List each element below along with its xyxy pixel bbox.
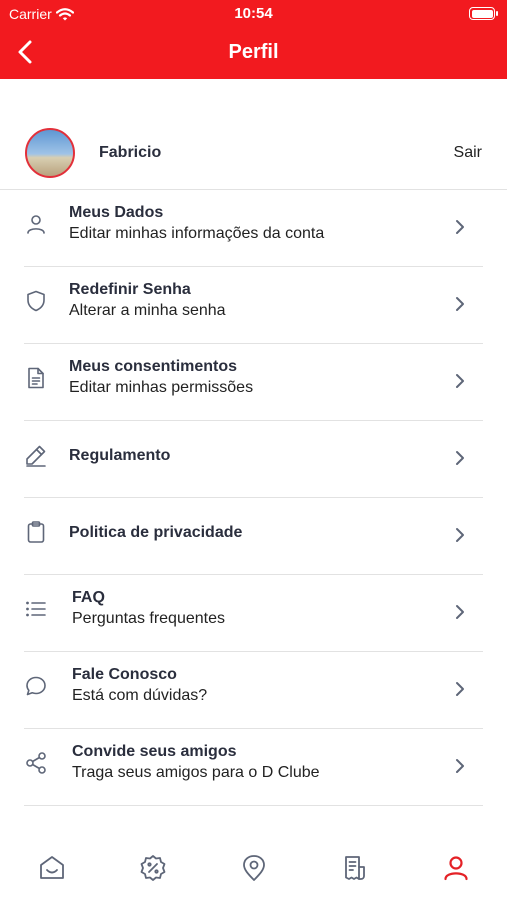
menu-item-fale-conosco[interactable]: Fale Conosco Está com dúvidas? [24, 652, 483, 729]
avatar[interactable] [25, 128, 75, 178]
tab-receipts[interactable] [340, 853, 370, 883]
chevron-right-icon [456, 682, 464, 696]
menu-item-meus-dados[interactable]: Meus Dados Editar minhas informações da … [24, 190, 483, 267]
menu-item-text: Redefinir Senha Alterar a minha senha [69, 280, 226, 322]
menu-item-title: Meus Dados [69, 204, 164, 221]
tab-discounts[interactable] [138, 853, 168, 883]
tab-home[interactable] [37, 853, 67, 883]
discount-icon [140, 855, 166, 881]
chevron-right-icon [456, 297, 464, 311]
menu-item-subtitle: Está com dúvidas? [72, 687, 208, 704]
battery-icon [469, 7, 498, 20]
menu-item-redefinir-senha[interactable]: Redefinir Senha Alterar a minha senha [24, 267, 483, 344]
clipboard-icon [27, 521, 45, 543]
profile-icon [444, 856, 468, 881]
menu-item-subtitle: Alterar a minha senha [69, 302, 226, 319]
chevron-right-icon [456, 451, 464, 465]
bottom-tab-bar [0, 845, 507, 895]
share-icon [26, 752, 46, 774]
menu-item-text: Meus Dados Editar minhas informações da … [69, 203, 324, 245]
menu-item-text: Convide seus amigos Traga seus amigos pa… [72, 742, 320, 784]
chevron-right-icon [456, 220, 464, 234]
menu-item-meus-consentimentos[interactable]: Meus consentimentos Editar minhas permis… [24, 344, 483, 421]
location-icon [243, 855, 265, 881]
menu-item-politica-privacidade[interactable]: Politica de privacidade [24, 498, 483, 575]
chevron-right-icon [456, 759, 464, 773]
menu-item-title: Fale Conosco [72, 666, 177, 683]
list-icon [26, 601, 46, 617]
menu-item-subtitle: Editar minhas permissões [69, 379, 254, 396]
menu-item-title: FAQ [72, 589, 105, 606]
status-bar: Carrier 10:54 [0, 0, 507, 28]
menu-item-title: Convide seus amigos [72, 743, 237, 760]
user-icon [27, 215, 45, 234]
menu-item-title: Meus consentimentos [69, 358, 238, 375]
receipt-icon [345, 856, 365, 880]
chevron-right-icon [456, 374, 464, 388]
menu-item-faq[interactable]: FAQ Perguntas frequentes [24, 575, 483, 652]
chat-icon [26, 676, 46, 696]
tab-profile[interactable] [441, 853, 471, 883]
chevron-right-icon [456, 605, 464, 619]
profile-section: Fabricio Sair [0, 122, 507, 190]
menu-item-text: Politica de privacidade [69, 523, 242, 543]
chevron-right-icon [456, 528, 464, 542]
menu-item-title: Regulamento [69, 447, 171, 464]
menu-item-convide-amigos[interactable]: Convide seus amigos Traga seus amigos pa… [24, 729, 483, 806]
document-icon [28, 367, 44, 389]
nav-bar: Perfil [0, 32, 507, 72]
home-icon [40, 856, 64, 879]
pencil-icon [26, 445, 46, 467]
menu-item-subtitle: Perguntas frequentes [72, 610, 225, 627]
menu-item-subtitle: Traga seus amigos para o D Clube [72, 764, 320, 781]
menu-item-title: Politica de privacidade [69, 524, 243, 541]
shield-icon [27, 290, 45, 312]
menu-item-text: Fale Conosco Está com dúvidas? [72, 665, 207, 707]
profile-menu: Meus Dados Editar minhas informações da … [0, 190, 507, 806]
status-time: 10:54 [234, 5, 273, 22]
tab-locations[interactable] [239, 853, 269, 883]
menu-item-regulamento[interactable]: Regulamento [24, 421, 483, 498]
app-header: Carrier 10:54 Perfil [0, 0, 507, 79]
menu-item-text: Regulamento [69, 446, 170, 466]
logout-button[interactable]: Sair [454, 144, 482, 162]
page-title: Perfil [228, 41, 279, 63]
menu-item-text: FAQ Perguntas frequentes [72, 588, 225, 630]
user-name: Fabricio [99, 144, 162, 161]
menu-item-subtitle: Editar minhas informações da conta [69, 225, 325, 242]
menu-item-title: Redefinir Senha [69, 281, 191, 298]
menu-item-text: Meus consentimentos Editar minhas permis… [69, 357, 253, 399]
